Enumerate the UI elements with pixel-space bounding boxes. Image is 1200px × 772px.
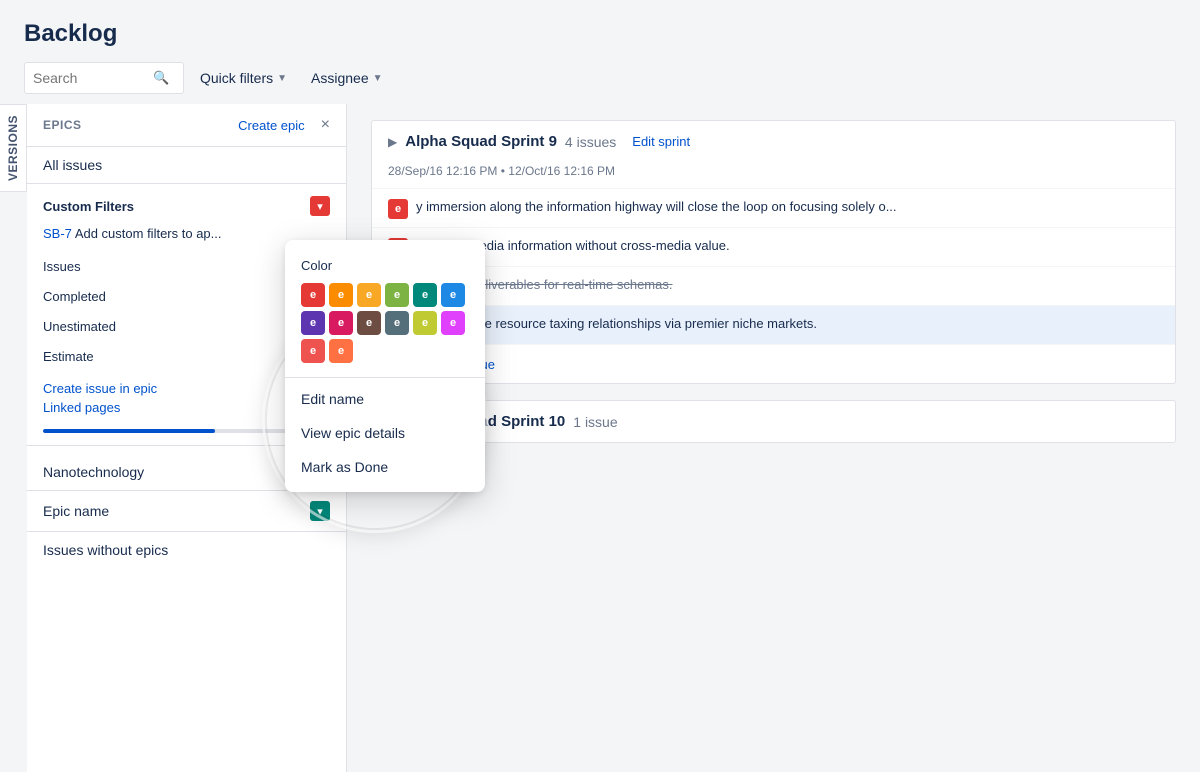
left-panel: EPICS Create epic × All issues Custom Fi…: [27, 104, 347, 772]
sprint-chevron-1[interactable]: ▶: [388, 135, 397, 149]
create-issue-label-1: Create issue: [422, 357, 495, 372]
sprint-header-2: ▶ Alpha Squad Sprint 10 1 issue: [372, 401, 1175, 442]
sprint-count-1: 4 issues: [565, 134, 616, 150]
search-icon: 🔍: [153, 70, 169, 86]
sprint-header-1: ▶ Alpha Squad Sprint 9 4 issues Edit spr…: [372, 121, 1175, 162]
issue-text: ely synergize resource taxing relationsh…: [416, 314, 1159, 334]
sprint-name-1: Alpha Squad Sprint 9: [405, 133, 557, 150]
epic-name-label: Epic name: [43, 503, 109, 519]
epic-name-section: Epic name ▾: [27, 490, 346, 531]
issue-row-highlighted[interactable]: e ely synergize resource taxing relation…: [372, 305, 1175, 344]
close-panel-button[interactable]: ×: [321, 116, 330, 134]
linked-pages-link[interactable]: Linked pages: [43, 400, 330, 415]
custom-filters-section: Custom Filters ▾: [27, 184, 346, 222]
sprint-edit-link-1[interactable]: Edit sprint: [632, 134, 690, 149]
issue-row[interactable]: e y immersion along the information high…: [372, 188, 1175, 227]
issue-text: sh cross-media information without cross…: [416, 236, 1159, 256]
quick-filters-label: Quick filters: [200, 70, 273, 86]
panel-header: EPICS Create epic ×: [27, 104, 346, 147]
action-links: Create issue in epic Linked pages: [27, 371, 346, 425]
progress-bar-container: [27, 425, 346, 437]
issue-icon: e: [388, 238, 408, 258]
stat-issues-row: Issues 2: [27, 251, 346, 281]
progress-bar-fill: [43, 429, 215, 433]
create-issue-row-1[interactable]: 🔖 Create issue: [372, 344, 1175, 383]
stat-unestimated-label: Unestimated: [43, 319, 116, 334]
bookmark-icon: 🔖: [388, 355, 408, 375]
stat-estimate-label: Estimate: [43, 349, 94, 364]
right-panel: ▶ Alpha Squad Sprint 9 4 issues Edit spr…: [347, 104, 1200, 772]
issue-row[interactable]: e sh cross-media information without cro…: [372, 227, 1175, 266]
quick-filters-chevron-icon: ▼: [277, 73, 287, 84]
custom-filter-link[interactable]: SB-7: [43, 226, 72, 241]
page-container: Backlog 🔍 Quick filters ▼ Assignee ▼ VER…: [0, 0, 1200, 772]
sprint-dates-1: 28/Sep/16 12:16 PM • 12/Oct/16 12:16 PM: [372, 162, 1175, 188]
issue-icon: e: [388, 199, 408, 219]
sprint-section-2: ▶ Alpha Squad Sprint 10 1 issue: [371, 400, 1176, 443]
custom-filters-toggle[interactable]: ▾: [310, 196, 330, 216]
stat-completed-label: Completed: [43, 289, 106, 304]
issue-text: ze timely deliverables for real-time sch…: [416, 275, 1159, 295]
stat-completed-row: Completed 1: [27, 281, 346, 311]
issue-icon: e: [388, 277, 408, 297]
issue-icon: e: [388, 316, 408, 336]
page-title: Backlog: [24, 20, 1176, 48]
issue-text: y immersion along the information highwa…: [416, 197, 1159, 217]
issues-without-epics: Issues without epics: [27, 531, 346, 568]
search-input[interactable]: [33, 70, 153, 86]
main-content: VERSIONS EPICS Create epic × All issues …: [0, 104, 1200, 772]
sprint-chevron-2[interactable]: ▶: [388, 415, 397, 429]
stat-issues-label: Issues: [43, 259, 81, 274]
issue-row[interactable]: e ze timely deliverables for real-time s…: [372, 266, 1175, 305]
stat-estimate-badge: 5: [310, 346, 330, 366]
stat-unestimated-badge: 0: [310, 316, 330, 336]
create-issue-in-epic-link[interactable]: Create issue in epic: [43, 381, 330, 396]
stat-unestimated-row: Unestimated 0: [27, 311, 346, 341]
epics-title: EPICS: [43, 118, 82, 132]
stat-completed-badge: 1: [310, 286, 330, 306]
panel-divider: [27, 445, 346, 446]
create-epic-link[interactable]: Create epic: [238, 118, 304, 133]
custom-filters-label: Custom Filters: [43, 199, 134, 214]
page-header: Backlog 🔍 Quick filters ▼ Assignee ▼: [0, 0, 1200, 104]
epic-name-toggle[interactable]: ▾: [310, 501, 330, 521]
toolbar: 🔍 Quick filters ▼ Assignee ▼: [24, 62, 1176, 94]
stat-estimate-row: Estimate 5: [27, 341, 346, 371]
assignee-chevron-icon: ▼: [373, 73, 383, 84]
assignee-button[interactable]: Assignee ▼: [303, 66, 391, 90]
custom-filter-row: SB-7 Add custom filters to ap...: [27, 222, 346, 251]
assignee-label: Assignee: [311, 70, 369, 86]
stat-issues-badge: 2: [310, 256, 330, 276]
quick-filters-button[interactable]: Quick filters ▼: [192, 66, 295, 90]
custom-filter-text: Add custom filters to ap...: [75, 226, 222, 241]
nanotechnology-section: Nanotechnology: [27, 454, 346, 490]
versions-tab[interactable]: VERSIONS: [0, 104, 27, 192]
sprint-section-1: ▶ Alpha Squad Sprint 9 4 issues Edit spr…: [371, 120, 1176, 384]
sprint-count-2: 1 issue: [573, 414, 617, 430]
all-issues-item[interactable]: All issues: [27, 147, 346, 184]
progress-bar: [43, 429, 330, 433]
sprint-name-2: Alpha Squad Sprint 10: [405, 413, 565, 430]
search-box[interactable]: 🔍: [24, 62, 184, 94]
